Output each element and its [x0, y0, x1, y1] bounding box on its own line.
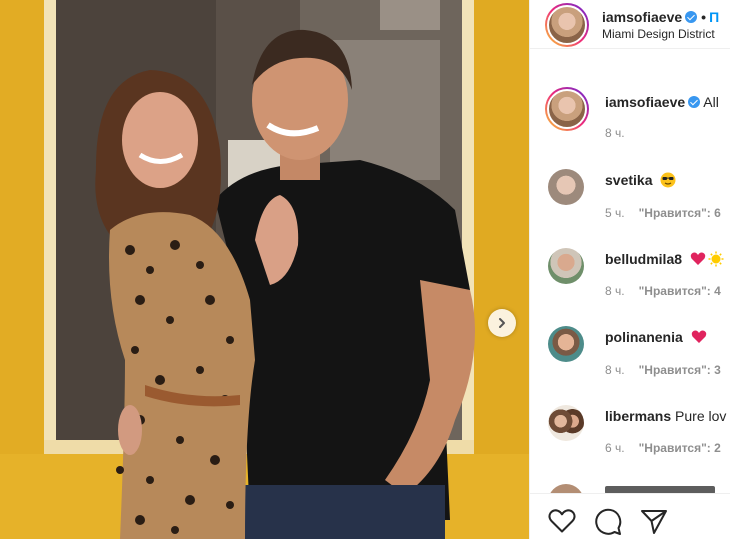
caption: iamsofiaeve All 8 ч. [530, 84, 730, 164]
comment-item: libermans Pure lov 6 ч. "Нравится": 2 [530, 399, 730, 479]
comment-item: belludmila8 8 ч. "Нравится": 4 [530, 242, 730, 322]
comment-time[interactable]: 6 ч. [605, 441, 625, 455]
separator-dot: • [701, 9, 707, 25]
caption-username[interactable]: iamsofiaeve [605, 94, 685, 110]
post-header: iamsofiaeve • П Miami Design District [530, 0, 730, 49]
comment-time[interactable]: 8 ч. [605, 363, 625, 377]
commenter-avatar[interactable] [548, 169, 584, 205]
comment-username[interactable]: belludmila8 [605, 251, 682, 267]
author-username[interactable]: iamsofiaeve [602, 9, 682, 25]
chevron-right-icon [499, 318, 505, 328]
post-location[interactable]: Miami Design District [602, 27, 715, 41]
commenter-avatar[interactable] [548, 248, 584, 284]
comment-meta: 8 ч. "Нравится": 4 [605, 284, 721, 298]
next-photo-button[interactable] [488, 309, 516, 337]
comment-meta: 8 ч. "Нравится": 3 [605, 363, 721, 377]
heart-and-sun-emoji [690, 251, 724, 267]
comment-meta: 6 ч. "Нравится": 2 [605, 441, 721, 455]
comment-meta: 5 ч. "Нравится": 6 [605, 206, 721, 220]
comment-likes[interactable]: "Нравится": 6 [639, 206, 721, 220]
comment-likes[interactable]: "Нравится": 4 [639, 284, 721, 298]
caption-text-line: iamsofiaeve All [605, 94, 719, 110]
verified-badge-icon [688, 96, 701, 108]
post-side-panel: iamsofiaeve • П Miami Design District iams… [529, 0, 730, 539]
post-photo [0, 0, 529, 539]
heart-outline-icon[interactable] [548, 508, 576, 534]
comment-username[interactable]: svetika [605, 172, 652, 188]
comment-username[interactable]: polinanenia [605, 329, 683, 345]
comment-text-line: svetika [605, 172, 676, 188]
paper-plane-icon[interactable] [640, 508, 668, 536]
verified-badge-icon [685, 11, 698, 23]
comment-time[interactable]: 8 ч. [605, 284, 625, 298]
author-avatar[interactable] [545, 3, 589, 47]
comment-text: Pure lov [675, 408, 727, 424]
sunglasses-emoji [660, 172, 676, 188]
comment-text-line: libermans Pure lov [605, 408, 726, 424]
follow-button[interactable]: П [709, 9, 719, 25]
comment-item: svetika 5 ч. "Нравится": 6 [530, 163, 730, 243]
heart-emoji [691, 330, 706, 343]
comment-text-line: belludmila8 [605, 251, 724, 267]
caption-time[interactable]: 8 ч. [605, 126, 625, 140]
comment-likes[interactable]: "Нравится": 2 [639, 441, 721, 455]
commenter-avatar[interactable] [548, 405, 584, 441]
caption-avatar[interactable] [545, 87, 589, 131]
couple-photo-illustration [0, 0, 529, 539]
commenter-avatar[interactable] [548, 326, 584, 362]
caption-text: All [703, 94, 719, 110]
comment-time[interactable]: 5 ч. [605, 206, 625, 220]
speech-bubble-icon[interactable] [594, 508, 622, 536]
post-action-bar [530, 493, 730, 539]
post-author: iamsofiaeve • П [602, 9, 719, 25]
comment-item: polinanenia 8 ч. "Нравится": 3 [530, 320, 730, 400]
comment-username[interactable]: libermans [605, 408, 671, 424]
comment-likes[interactable]: "Нравится": 3 [639, 363, 721, 377]
comment-text-line: polinanenia [605, 329, 707, 345]
